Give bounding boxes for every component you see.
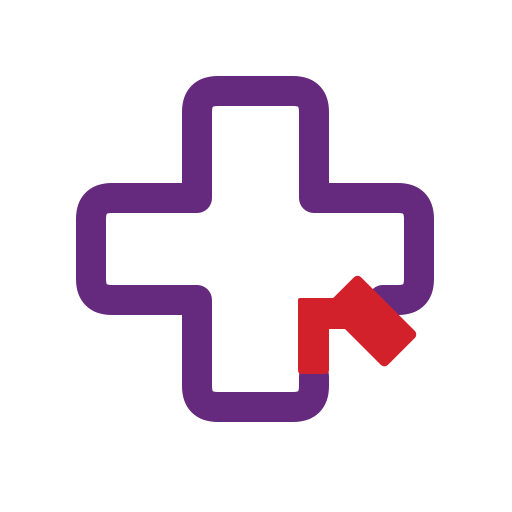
cross-outline-icon <box>76 76 434 422</box>
app-icon-canvas <box>0 0 512 512</box>
medical-cross-logo <box>76 76 434 422</box>
